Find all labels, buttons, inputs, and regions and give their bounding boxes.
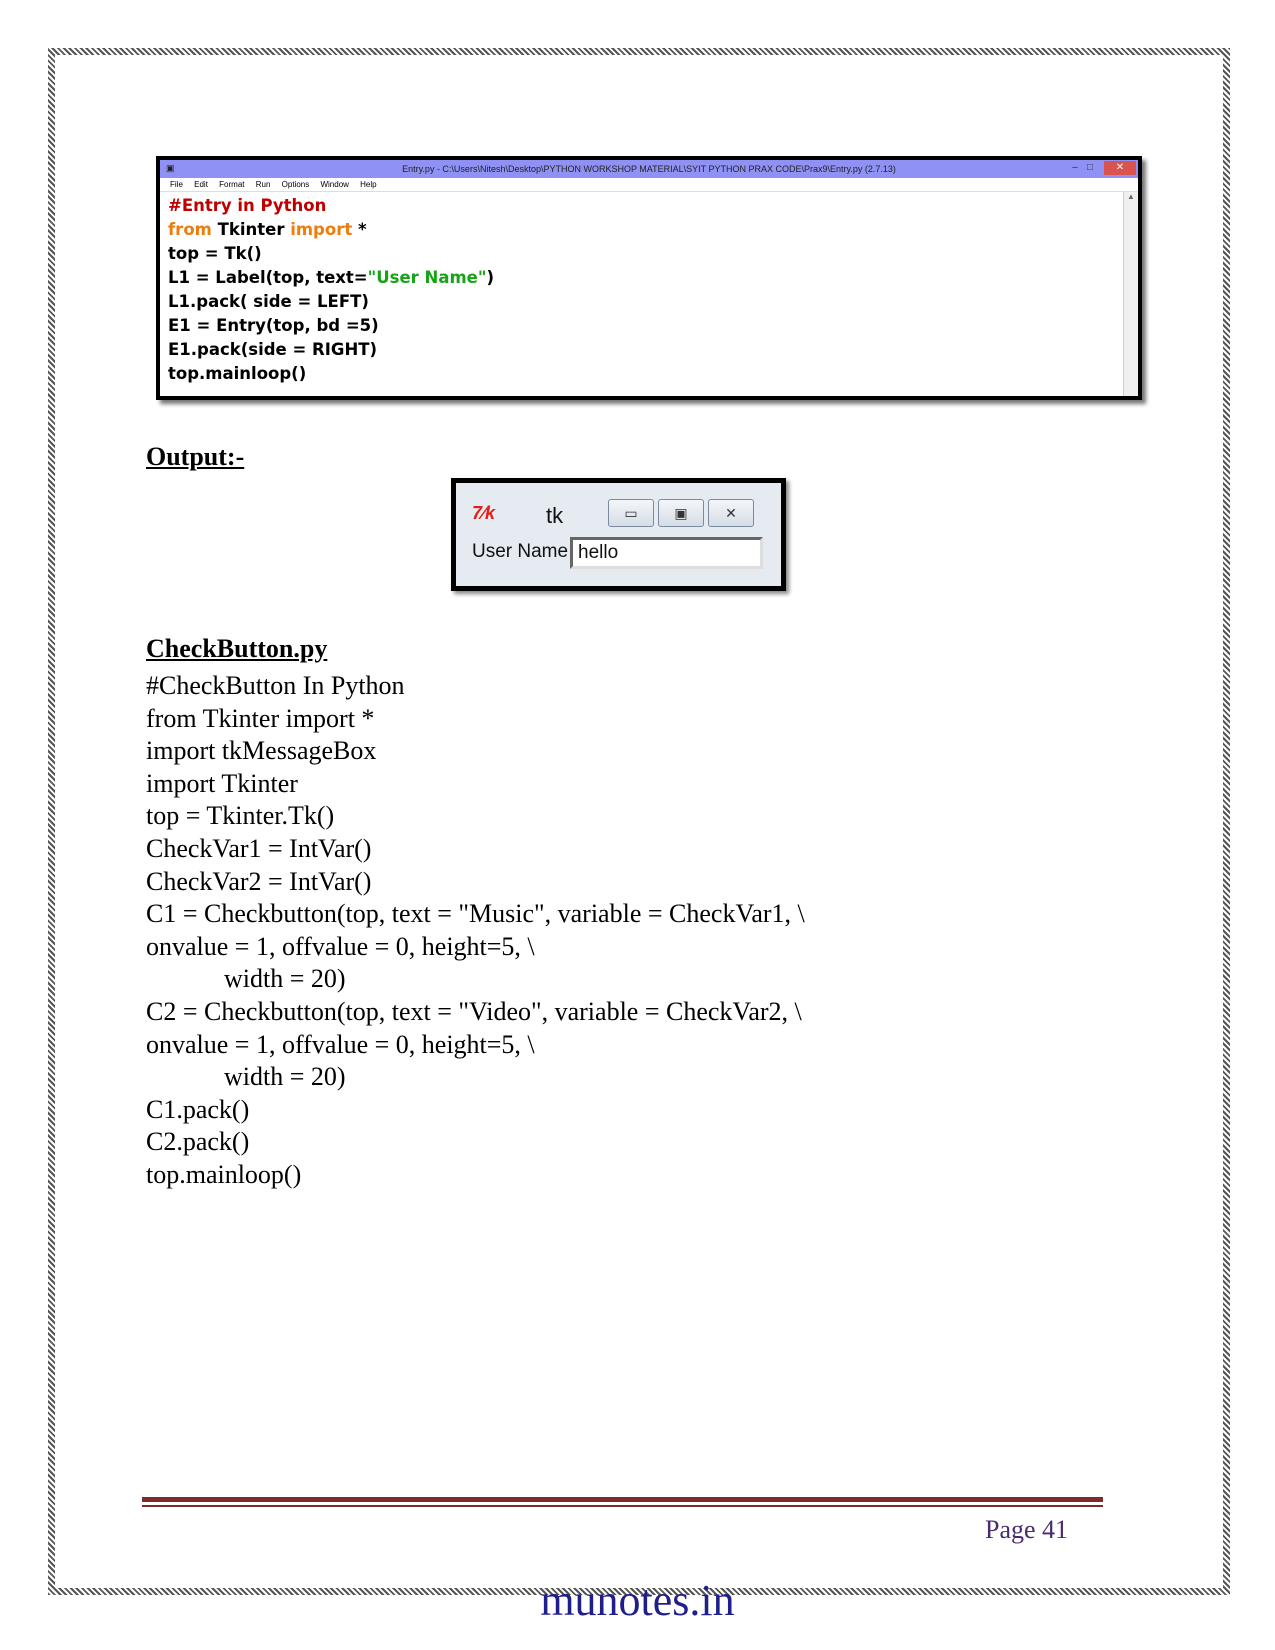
code-line: C1 = Checkbutton(top, text = "Music", va… [146, 899, 805, 929]
code-token: L1 = Label(top, text= [168, 268, 368, 287]
code-line: top.mainloop() [146, 1159, 302, 1189]
code-line: from Tkinter import * [146, 703, 375, 733]
code-line: CheckVar1 = IntVar() [146, 833, 372, 863]
code-line-2: from Tkinter import * [168, 220, 367, 239]
code-line-3: top = Tk() [168, 244, 262, 263]
code-line-8: top.mainloop() [168, 364, 307, 383]
tk-window-title: tk [546, 503, 564, 528]
code-line: C1.pack() [146, 1094, 250, 1124]
code-line: width = 20) [146, 964, 346, 994]
minimize-icon[interactable]: – [1068, 161, 1082, 175]
code-line-6: E1 = Entry(top, bd =5) [168, 316, 379, 335]
menu-options[interactable]: Options [282, 180, 310, 189]
tk-close-icon[interactable]: ✕ [708, 499, 754, 527]
code-token: * [352, 220, 367, 239]
keyword-import: import [290, 220, 353, 239]
idle-titlebar: ▣ Entry.py - C:\Users\Nitesh\Desktop\PYT… [160, 160, 1138, 178]
menu-window[interactable]: Window [320, 180, 348, 189]
code-line-7: E1.pack(side = RIGHT) [168, 340, 378, 359]
maximize-icon[interactable]: □ [1082, 161, 1098, 175]
code-line: #CheckButton In Python [146, 671, 405, 700]
menu-edit[interactable]: Edit [194, 180, 208, 189]
code-line-5: L1.pack( side = LEFT) [168, 292, 369, 311]
idle-menubar: File Edit Format Run Options Window Help [160, 178, 1138, 192]
site-watermark: munotes.in [540, 1576, 735, 1625]
idle-code-area[interactable]: #Entry in Python from Tkinter import * t… [168, 194, 494, 386]
idle-window-title: Entry.py - C:\Users\Nitesh\Desktop\PYTHO… [402, 164, 896, 174]
code-line: C2 = Checkbutton(top, text = "Video", va… [146, 996, 802, 1026]
menu-format[interactable]: Format [219, 180, 244, 189]
scroll-up-icon[interactable]: ▲ [1124, 192, 1138, 202]
code-line: CheckVar2 = IntVar() [146, 866, 372, 896]
code-line: import Tkinter [146, 768, 298, 798]
output-heading: Output:- [146, 442, 245, 471]
string-literal: "User Name" [367, 268, 487, 287]
tk-maximize-icon[interactable]: ▣ [658, 499, 704, 527]
tk-feather-icon: 7⁄k [472, 503, 496, 523]
user-name-label: User Name [472, 541, 569, 562]
code-token: Tkinter [211, 220, 291, 239]
code-line: import tkMessageBox [146, 736, 377, 766]
menu-file[interactable]: File [170, 180, 183, 189]
menu-run[interactable]: Run [256, 180, 271, 189]
code-line: onvalue = 1, offvalue = 0, height=5, \ [146, 1029, 535, 1059]
vertical-scrollbar[interactable]: ▲ [1123, 192, 1138, 396]
page-number: Page 41 [985, 1515, 1069, 1544]
code-line-1: #Entry in Python [168, 196, 327, 215]
checkbutton-code: #CheckButton In Python from Tkinter impor… [146, 670, 805, 1192]
footer-divider-thin [142, 1505, 1103, 1507]
code-line: C2.pack() [146, 1127, 250, 1157]
code-line: width = 20) [146, 1062, 346, 1092]
keyword-from: from [168, 220, 212, 239]
code-line: onvalue = 1, offvalue = 0, height=5, \ [146, 931, 535, 961]
code-line: top = Tkinter.Tk() [146, 801, 335, 831]
code-line-4: L1 = Label(top, text="User Name") [168, 268, 494, 287]
tk-minimize-icon[interactable]: ▭ [608, 499, 654, 527]
close-icon[interactable]: ✕ [1104, 161, 1136, 175]
tk-output-window: 7⁄k tk ▭ ▣ ✕ User Name hello [451, 478, 786, 591]
idle-editor-screenshot: ▣ Entry.py - C:\Users\Nitesh\Desktop\PYT… [156, 156, 1142, 400]
checkbutton-heading: CheckButton.py [146, 634, 328, 663]
footer-divider [142, 1497, 1103, 1502]
code-token: ) [486, 268, 494, 287]
user-name-entry[interactable]: hello [570, 537, 763, 569]
menu-help[interactable]: Help [360, 180, 376, 189]
